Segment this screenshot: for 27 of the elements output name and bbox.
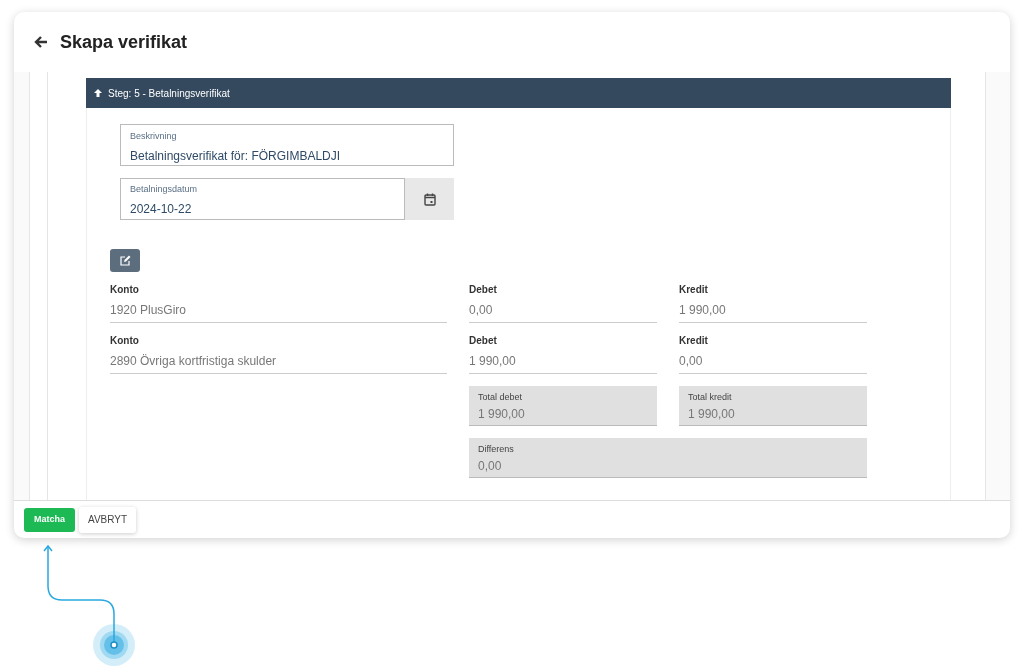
field-label: Kredit (679, 334, 709, 348)
cancel-button[interactable]: AVBRYT (79, 506, 137, 533)
input-field: Total debet 1 990,00 (469, 386, 657, 426)
edit-icon (119, 255, 131, 266)
input-field[interactable]: Betalningsdatum 2024-10-22 (120, 178, 405, 220)
input-field[interactable]: 0,00 (679, 348, 867, 374)
input-field[interactable]: 0,00 (469, 297, 657, 323)
back-arrow-icon[interactable] (34, 35, 48, 49)
step-header[interactable]: Steg: 5 - Betalningsverifikat (86, 78, 951, 108)
match-button[interactable]: Matcha (24, 507, 75, 532)
field-label: Kredit (679, 283, 709, 297)
input-field[interactable]: 1 990,00 (679, 297, 867, 323)
input-field[interactable]: 1 990,00 (469, 348, 657, 374)
field-label: Konto (110, 283, 140, 297)
input-field[interactable]: Beskrivning Betalningsverifikat för: FÖRGIMBALDJI (120, 124, 454, 166)
input-field: Total kredit 1 990,00 (679, 386, 867, 426)
field-label: Debet (469, 283, 498, 297)
field-label: Konto (110, 334, 140, 348)
calendar-icon (423, 192, 436, 206)
edit-button[interactable] (110, 249, 140, 272)
calendar-button[interactable] (405, 178, 454, 220)
field-label: Debet (469, 334, 498, 348)
arrow-up-icon (93, 88, 103, 98)
input-field[interactable]: 1920 PlusGiro (110, 297, 447, 323)
input-field: Differens 0,00 (469, 438, 867, 478)
input-field[interactable]: 2890 Övriga kortfristiga skulder (110, 348, 447, 374)
dialog-title: Skapa verifikat (60, 30, 188, 54)
